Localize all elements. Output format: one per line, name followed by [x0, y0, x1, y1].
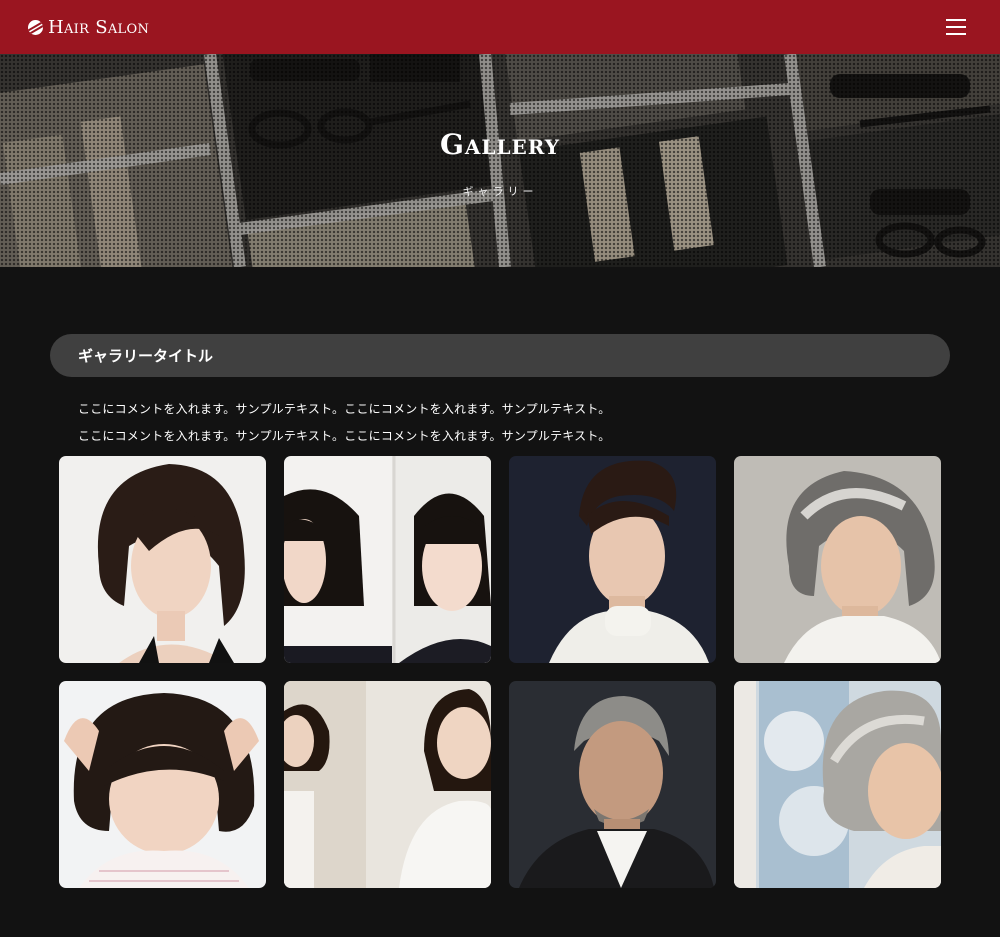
gallery-item-man-pompadour[interactable] — [509, 456, 716, 663]
gallery-photo — [284, 681, 491, 888]
site-header: Hair Salon — [0, 0, 1000, 54]
gallery-photo — [734, 681, 941, 888]
gallery-item-woman-short-wavy-bob[interactable] — [59, 456, 266, 663]
hamburger-menu-icon[interactable] — [946, 19, 966, 35]
page-subtitle: ギャラリー — [462, 185, 538, 198]
gallery-comment-line: ここにコメントを入れます。サンプルテキスト。ここにコメントを入れます。サンプルテ… — [78, 429, 611, 443]
gallery-photo — [734, 456, 941, 663]
gallery-photo — [59, 456, 266, 663]
gallery-photo — [509, 681, 716, 888]
hero-banner: Gallery ギャラリー — [0, 54, 1000, 267]
site-logo[interactable]: Hair Salon — [28, 17, 149, 38]
logo-text: Hair Salon — [48, 16, 150, 38]
gallery-item-woman-silver-waves[interactable] — [734, 681, 941, 888]
gallery-comment-line: ここにコメントを入れます。サンプルテキスト。ここにコメントを入れます。サンプルテ… — [78, 402, 611, 416]
gallery-item-woman-wavy-bob-mirror[interactable] — [284, 681, 491, 888]
gallery-photo — [59, 681, 266, 888]
page-title: Gallery — [439, 128, 561, 161]
salon-logo-icon — [28, 19, 43, 35]
gallery-item-child-round-bob[interactable] — [59, 681, 266, 888]
gallery-photo — [284, 456, 491, 663]
gallery-title: ギャラリータイトル — [78, 347, 214, 365]
gallery-photo — [509, 456, 716, 663]
gallery-section-heading: ギャラリータイトル — [50, 334, 950, 377]
gallery-item-man-gray-short[interactable] — [509, 681, 716, 888]
gallery-item-woman-gray-curls[interactable] — [734, 456, 941, 663]
gallery-grid — [59, 456, 941, 888]
gallery-item-woman-blunt-bob[interactable] — [284, 456, 491, 663]
